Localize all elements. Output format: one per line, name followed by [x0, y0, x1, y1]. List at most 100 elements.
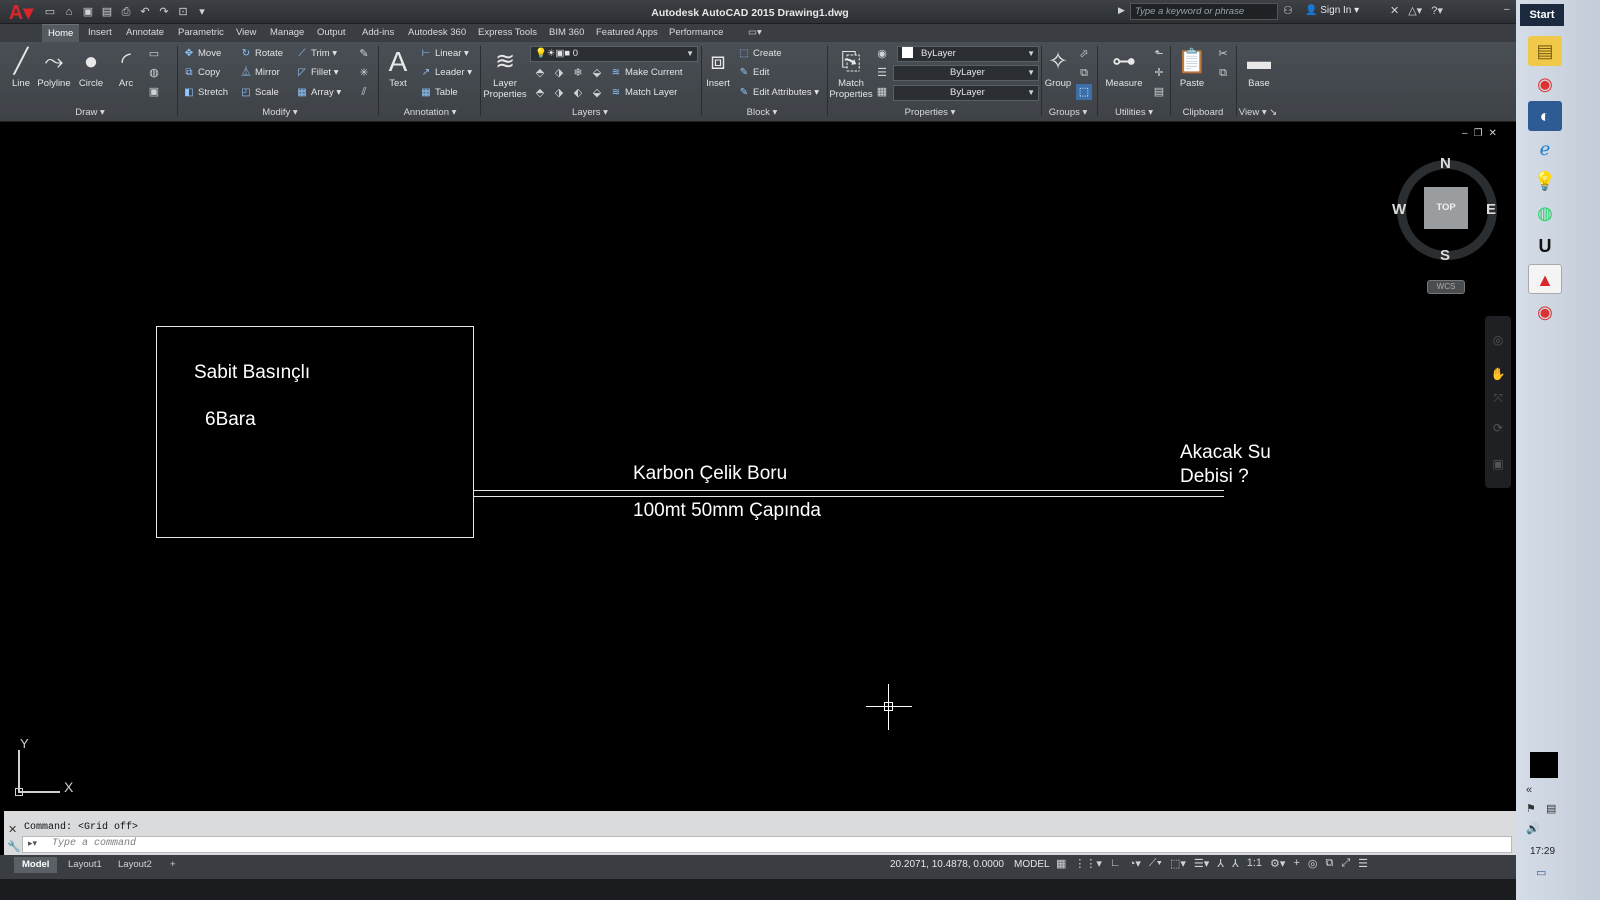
- viewport-restore-icon[interactable]: ❐: [1474, 128, 1483, 139]
- viewcube-top-face[interactable]: TOP: [1424, 187, 1468, 229]
- lineweight-icon[interactable]: ☰: [874, 65, 890, 81]
- osnap-icon[interactable]: ⬚▾: [1170, 857, 1186, 870]
- help-icon[interactable]: ?▾: [1431, 4, 1443, 17]
- insert-block-button[interactable]: ⧈ Insert: [698, 46, 738, 89]
- layers-panel-label[interactable]: Layers ▾: [540, 106, 640, 120]
- copy-button[interactable]: ⧉ Copy: [183, 65, 220, 81]
- tank-label-pressure[interactable]: Sabit Basınçlı: [194, 362, 310, 384]
- layer-thaw-icon[interactable]: ⬖: [570, 85, 586, 101]
- sign-in-button[interactable]: 👤 Sign In ▾: [1305, 5, 1359, 16]
- point-icon[interactable]: ✛: [1151, 65, 1167, 81]
- layout-tab-layout2[interactable]: Layout2: [110, 857, 160, 873]
- layer-off-icon[interactable]: ⬘: [532, 65, 548, 81]
- command-prompt-icon[interactable]: ▸▾: [28, 838, 37, 849]
- tab-autodesk-360[interactable]: Autodesk 360: [402, 24, 472, 42]
- u-app-icon[interactable]: U: [1528, 231, 1562, 261]
- snap-icon[interactable]: ⋮⋮▾: [1074, 857, 1102, 870]
- layer-isolate-icon[interactable]: ⬗: [551, 65, 567, 81]
- polyline-button[interactable]: ⤳ Polyline: [34, 46, 74, 89]
- create-block-button[interactable]: ⬚ Create: [738, 46, 781, 62]
- autocad-app-menu-icon[interactable]: A▾: [4, 2, 38, 24]
- plus-icon[interactable]: +: [1293, 857, 1299, 870]
- edit-attributes-button[interactable]: ✎ Edit Attributes ▾: [738, 85, 819, 101]
- system-clock[interactable]: 17:29: [1530, 846, 1555, 857]
- chrome-second-icon[interactable]: ◉: [1528, 297, 1562, 327]
- grid-icon[interactable]: ▦: [1056, 857, 1066, 870]
- steering-wheel-icon[interactable]: ◎: [1490, 332, 1506, 348]
- rectangle-icon[interactable]: ▭: [146, 46, 162, 62]
- model-space-button[interactable]: MODEL: [1014, 859, 1050, 870]
- tab-insert[interactable]: Insert: [82, 24, 118, 42]
- group-edit-icon[interactable]: ⧉: [1076, 65, 1092, 81]
- mirror-button[interactable]: ⏅ Mirror: [240, 65, 280, 81]
- redo-icon[interactable]: ↷: [156, 4, 172, 20]
- plot-preview-icon[interactable]: ⊡: [175, 4, 191, 20]
- move-button[interactable]: ✥ Move: [183, 46, 221, 62]
- polar-icon[interactable]: ◔▾: [1129, 857, 1141, 870]
- tank-label-bar[interactable]: 6Bara: [205, 409, 256, 431]
- layer-on-icon[interactable]: ⬘: [532, 85, 548, 101]
- layer-properties-button[interactable]: ≋ Layer Properties: [483, 46, 527, 100]
- draw-panel-label[interactable]: Draw ▾: [40, 106, 140, 120]
- match-properties-button[interactable]: ⎘ Match Properties: [829, 46, 873, 100]
- coordinate-readout[interactable]: 20.2071, 10.4878, 0.0000: [890, 859, 1004, 870]
- arc-button[interactable]: ◜ Arc: [106, 46, 146, 89]
- exchange-icon[interactable]: ✕: [1390, 4, 1399, 17]
- fillet-button[interactable]: ◸ Fillet ▾: [296, 65, 338, 81]
- command-input[interactable]: [22, 836, 1512, 853]
- copy-clip-icon[interactable]: ⧉: [1215, 65, 1231, 81]
- tray-expand-icon[interactable]: «: [1526, 784, 1532, 796]
- command-line-customize-icon[interactable]: 🔧: [7, 840, 21, 853]
- save-as-icon[interactable]: ▤: [99, 4, 115, 20]
- block-panel-label[interactable]: Block ▾: [712, 106, 812, 120]
- scale-button[interactable]: ◰ Scale: [240, 85, 279, 101]
- boundary-icon[interactable]: ▣: [146, 84, 162, 100]
- tab-home[interactable]: Home: [42, 24, 80, 42]
- trim-button[interactable]: ⟋ Trim ▾: [296, 46, 338, 62]
- workspace-gear-icon[interactable]: ⚙▾: [1270, 857, 1285, 870]
- clean-screen-icon[interactable]: ⤢: [1341, 857, 1350, 870]
- tab-options-icon[interactable]: ▭▾: [742, 24, 768, 42]
- tray-network-icon[interactable]: ▤: [1546, 802, 1556, 815]
- make-current-button[interactable]: ≋ Make Current: [610, 65, 683, 81]
- layer-select[interactable]: 💡☀▣■ 0 ▼: [530, 46, 698, 62]
- linear-dimension-button[interactable]: ⊢ Linear ▾: [420, 46, 469, 62]
- autocad-taskbar-icon[interactable]: ▲: [1528, 264, 1562, 294]
- tab-annotate[interactable]: Annotate: [120, 24, 170, 42]
- showmotion-icon[interactable]: ▣: [1490, 456, 1506, 472]
- new-icon[interactable]: ▭: [42, 4, 58, 20]
- leader-button[interactable]: ↗ Leader ▾: [420, 65, 472, 81]
- annotation-scale-label[interactable]: 1:1: [1247, 857, 1262, 870]
- color-select[interactable]: ByLayer ▼: [897, 46, 1039, 62]
- minimize-icon[interactable]: –: [1504, 4, 1510, 15]
- ungroup-icon[interactable]: ⬀: [1076, 46, 1092, 62]
- view-panel-label[interactable]: View ▾ ↘: [1232, 106, 1284, 120]
- annotation-visibility-icon[interactable]: ⅄: [1217, 857, 1224, 870]
- tab-view[interactable]: View: [230, 24, 262, 42]
- internet-explorer-icon[interactable]: ℯ: [1528, 134, 1562, 164]
- lineweight-status-icon[interactable]: ☰▾: [1194, 857, 1209, 870]
- match-layer-button[interactable]: ≋ Match Layer: [610, 85, 677, 101]
- binoculars-icon[interactable]: ⚇: [1283, 4, 1293, 17]
- customization-menu-icon[interactable]: ☰: [1358, 857, 1368, 870]
- pipe-label-dimensions[interactable]: 100mt 50mm Çapında: [633, 500, 821, 522]
- groups-panel-label[interactable]: Groups ▾: [1040, 106, 1096, 120]
- hardware-accel-icon[interactable]: ⧉: [1325, 857, 1333, 870]
- group-button[interactable]: ✧ Group: [1038, 46, 1078, 89]
- tray-volume-icon[interactable]: 🔊: [1526, 822, 1540, 835]
- zoom-extents-icon[interactable]: ⤧: [1490, 390, 1506, 406]
- tab-output[interactable]: Output: [311, 24, 352, 42]
- tab-performance[interactable]: Performance: [663, 24, 729, 42]
- tray-flag-icon[interactable]: ⚑: [1526, 802, 1536, 815]
- offset-icon[interactable]: ⫽: [356, 84, 372, 100]
- calculator-icon[interactable]: ▤: [1151, 84, 1167, 100]
- undo-icon[interactable]: ↶: [137, 4, 153, 20]
- utilities-panel-label[interactable]: Utilities ▾: [1102, 106, 1166, 120]
- compass-east[interactable]: E: [1486, 201, 1496, 218]
- measure-button[interactable]: ⊶ Measure: [1102, 46, 1146, 89]
- layer-freeze-icon[interactable]: ❄: [570, 65, 586, 81]
- base-view-button[interactable]: ▬ Base: [1239, 46, 1279, 89]
- tab-manage[interactable]: Manage: [264, 24, 310, 42]
- layer-unlock-icon[interactable]: ⬙: [589, 85, 605, 101]
- tab-express-tools[interactable]: Express Tools: [472, 24, 543, 42]
